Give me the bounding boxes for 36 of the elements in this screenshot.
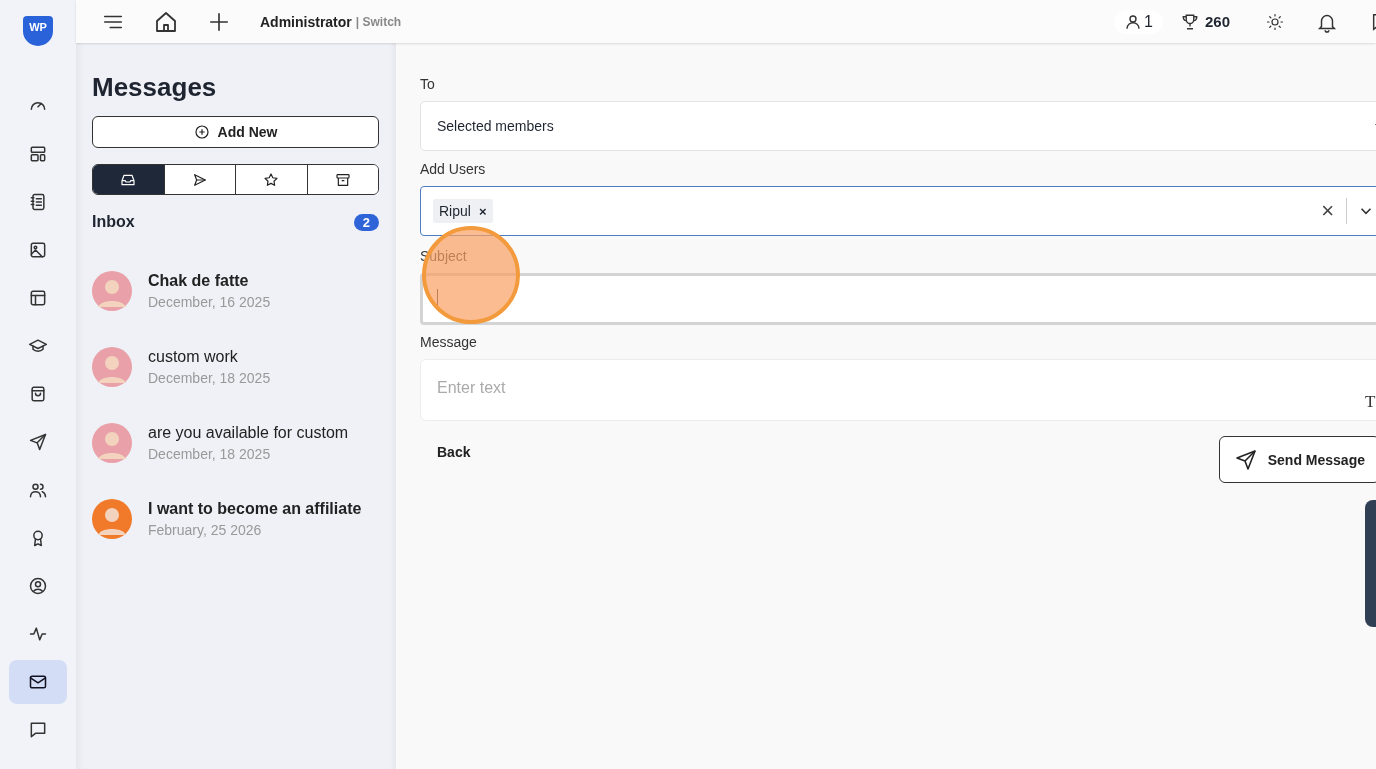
add-new-button[interactable]: Add New: [92, 116, 379, 148]
field-label: Message: [420, 334, 478, 350]
message-date: December, 18 2025: [148, 446, 272, 462]
message-field[interactable]: Enter text T: [420, 359, 1376, 421]
unread-count-badge: 2: [353, 213, 379, 231]
folder-title: Inbox: [92, 213, 135, 231]
message-item[interactable]: Chak de fatte December, 16 2025: [92, 253, 379, 329]
message-item[interactable]: custom work December, 18 2025: [92, 329, 379, 405]
message-item[interactable]: I want to become an affiliate February, 25 2026: [92, 481, 379, 557]
users-multiselect[interactable]: Ripul × ×: [420, 186, 1376, 236]
toolbar-glyph[interactable]: T: [1365, 392, 1376, 412]
select-value: Selected members: [437, 118, 554, 134]
points-count: 260: [1204, 13, 1230, 30]
message-subject: are you available for custom: [148, 424, 349, 442]
chip-label: Ripul: [439, 203, 471, 219]
message-subject: Chak de fatte: [148, 272, 250, 290]
message-date: February, 25 2026: [148, 522, 263, 538]
field-label: Add Users: [420, 161, 487, 177]
message-item[interactable]: are you available for custom December, 18 2025: [92, 405, 379, 481]
back-button[interactable]: Back: [420, 439, 488, 465]
logo-badge[interactable]: WP: [23, 16, 53, 46]
role-label: Administrator: [260, 13, 352, 30]
message-date: December, 16 2025: [148, 294, 271, 310]
page-title: Messages: [92, 72, 218, 103]
recipient-select[interactable]: Selected members: [420, 101, 1376, 151]
chip-remove-button[interactable]: ×: [478, 203, 487, 219]
message-date: December, 18 2025: [148, 370, 271, 386]
clear-button[interactable]: ×: [1321, 198, 1334, 224]
send-message-button[interactable]: Send Message: [1218, 436, 1376, 483]
users-count: 1: [1144, 12, 1153, 31]
message-subject: custom work: [148, 348, 239, 366]
field-label: To: [420, 76, 436, 92]
logo-text: WP: [29, 21, 47, 33]
message-placeholder: Enter text: [437, 379, 506, 397]
online-users-pill[interactable]: 1: [1114, 9, 1163, 34]
message-subject: I want to become an affiliate: [148, 500, 362, 518]
